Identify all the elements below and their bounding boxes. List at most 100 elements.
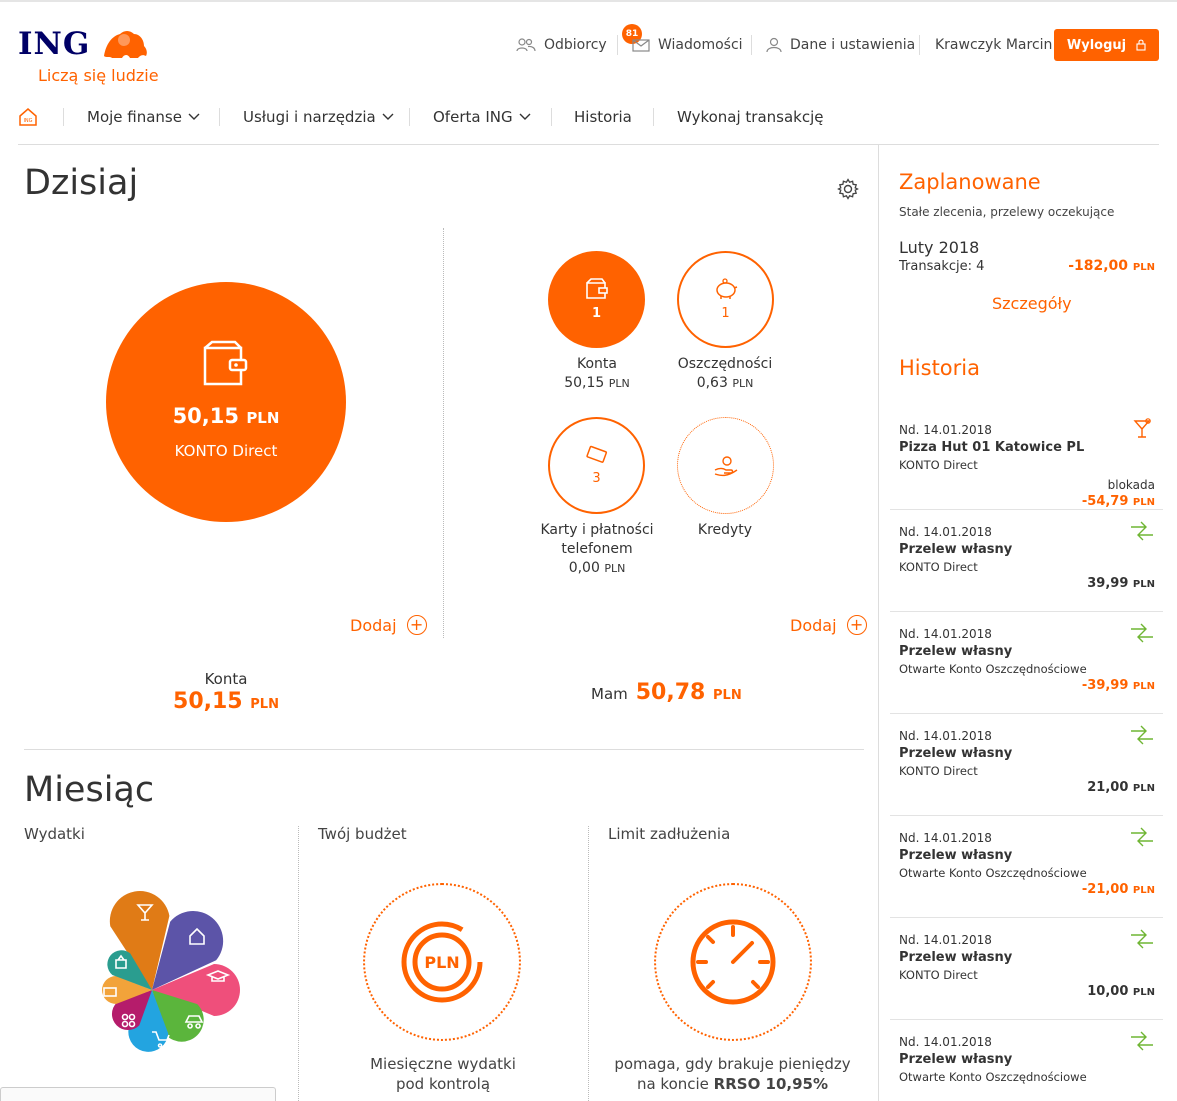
ing-lion-icon[interactable]: [100, 26, 150, 62]
history-name: Przelew własny: [899, 1052, 1013, 1067]
messages-link[interactable]: Wiadomości: [632, 34, 743, 56]
recipients-link[interactable]: Odbiorcy: [516, 34, 607, 56]
product-cards-amount: 0,00: [568, 560, 600, 576]
expenses-label: Wydatki: [24, 825, 85, 843]
planned-amount-currency: PLN: [1132, 262, 1155, 273]
history-account: Otwarte Konto Oszczędnościowe: [899, 1070, 1087, 1084]
logout-button[interactable]: Wyloguj: [1054, 29, 1159, 61]
history-account: KONTO Direct: [899, 764, 978, 778]
history-amount-value: 21,00: [1087, 780, 1129, 795]
wallet-icon: [585, 278, 608, 299]
product-loans-label: Kredyty: [697, 522, 753, 538]
history-name: Przelew własny: [899, 950, 1013, 965]
user-name[interactable]: Krawczyk Marcin: [935, 34, 1052, 56]
product-accounts-circle[interactable]: 1: [548, 251, 645, 348]
history-item[interactable]: Nd. 14.01.2018 Przelew własny KONTO Dire…: [890, 918, 1163, 1020]
history-item[interactable]: Nd. 14.01.2018 Przelew własny Otwarte Ko…: [890, 612, 1163, 714]
piggy-bank-icon: [715, 278, 737, 299]
budget-desc-line2: pod kontrolą: [395, 1075, 491, 1093]
messages-label: Wiadomości: [658, 37, 743, 53]
product-loans-circle[interactable]: [677, 417, 774, 514]
history-account: Otwarte Konto Oszczędnościowe: [899, 662, 1087, 676]
horizontal-scrollbar[interactable]: [0, 1087, 276, 1101]
history-date: Nd. 14.01.2018: [899, 1035, 992, 1049]
history-item[interactable]: Nd. 14.01.2018 Przelew własny Otwarte Ko…: [890, 816, 1163, 918]
add-product-label: Dodaj: [790, 615, 837, 635]
add-account-button[interactable]: Dodaj +: [350, 615, 427, 635]
recipients-label: Odbiorcy: [544, 37, 607, 53]
history-item[interactable]: Nd. 14.01.2018 Przelew własny KONTO Dire…: [890, 714, 1163, 816]
settings-link[interactable]: Dane i ustawienia: [766, 34, 915, 56]
history-date: Nd. 14.01.2018: [899, 933, 992, 947]
hand-coin-icon: [714, 455, 737, 476]
planned-details-link[interactable]: Szczegóły: [992, 294, 1072, 313]
add-account-label: Dodaj: [350, 615, 397, 635]
product-savings-count: 1: [721, 306, 730, 321]
limit-rrso: RRSO 10,95%: [713, 1075, 829, 1093]
transfer-arrows-icon: [1131, 1031, 1153, 1051]
planned-month: Luty 2018: [899, 238, 980, 257]
history-status: blokada: [1107, 478, 1155, 492]
transfer-arrows-icon: [1131, 623, 1153, 643]
transfer-arrows-icon: [1131, 827, 1153, 847]
planned-title[interactable]: Zaplanowane: [899, 170, 1041, 194]
history-amount: 21,00 PLN: [1087, 780, 1155, 795]
history-amount-currency: PLN: [1132, 497, 1155, 508]
main-account-name: KONTO Direct: [174, 442, 278, 460]
history-account: KONTO Direct: [899, 968, 978, 982]
product-cards-circle[interactable]: 3: [548, 417, 645, 514]
history-account: KONTO Direct: [899, 560, 978, 574]
logout-label: Wyloguj: [1066, 37, 1127, 53]
limit-desc-line2: na koncie: [636, 1075, 714, 1093]
add-product-button[interactable]: Dodaj +: [790, 615, 867, 635]
expenses-flower-chart[interactable]: [90, 880, 250, 1060]
main-account-circle[interactable]: 50,15 PLN KONTO Direct: [106, 282, 346, 522]
summary-accounts-value: 50,15 PLN: [156, 689, 296, 714]
speedometer-icon: [690, 919, 776, 1005]
nav-my-finances-label: Moje finanse: [87, 108, 182, 126]
history-amount-currency: PLN: [1132, 783, 1155, 794]
budget-desc-line1: Miesięczne wydatki: [370, 1055, 516, 1073]
history-item[interactable]: Nd. 14.01.2018 Przelew własny KONTO Dire…: [890, 510, 1163, 612]
nav-offer[interactable]: Oferta ING: [433, 106, 531, 128]
product-savings-circle[interactable]: 1: [677, 251, 774, 348]
history-item[interactable]: Nd. 14.01.2018 Pizza Hut 01 Katowice PL …: [890, 408, 1163, 510]
home-icon[interactable]: ING: [18, 107, 38, 127]
history-title[interactable]: Historia: [899, 356, 980, 380]
summary-accounts-currency: PLN: [250, 697, 279, 712]
chevron-down-icon: [519, 113, 531, 120]
budget-pln-text: PLN: [424, 953, 459, 972]
chevron-down-icon: [382, 113, 394, 120]
history-item[interactable]: Nd. 14.01.2018 Przelew własny Otwarte Ko…: [890, 1020, 1163, 1101]
svg-text:ING: ING: [23, 118, 32, 124]
nav-history[interactable]: Historia: [574, 106, 632, 128]
nav-my-finances[interactable]: Moje finanse: [87, 106, 200, 128]
limit-label: Limit zadłużenia: [608, 825, 731, 843]
product-savings-currency: PLN: [732, 377, 754, 390]
product-savings-amount: 0,63: [696, 375, 728, 391]
ing-tagline: Liczą się ludzie: [38, 66, 159, 85]
user-icon: [766, 37, 782, 53]
summary-accounts-amount: 50,15: [173, 689, 243, 714]
limit-desc-line1: pomaga, gdy brakuje pieniędzy: [614, 1055, 851, 1073]
summary-have-label: Mam: [591, 685, 628, 703]
history-amount: 39,99 PLN: [1087, 576, 1155, 591]
product-savings-label: Oszczędności: [677, 356, 773, 372]
product-accounts-label-block: Konta 50,15 PLN: [537, 355, 657, 393]
ing-logo-text[interactable]: ING: [18, 26, 90, 62]
people-icon: [516, 38, 536, 52]
history-amount-currency: PLN: [1132, 987, 1155, 998]
transfer-arrows-icon: [1131, 929, 1153, 949]
history-date: Nd. 14.01.2018: [899, 627, 992, 641]
envelope-icon: [632, 38, 650, 52]
product-accounts-amount: 50,15: [564, 375, 605, 391]
planned-transactions: Transakcje: 4: [899, 259, 985, 274]
history-amount-currency: PLN: [1132, 579, 1155, 590]
product-cards-label-line2: telefonem: [561, 541, 633, 557]
nav-services[interactable]: Usługi i narzędzia: [243, 106, 394, 128]
product-accounts-count: 1: [591, 306, 602, 321]
nav-make-transaction[interactable]: Wykonaj transakcję: [677, 106, 824, 128]
gear-icon[interactable]: [837, 178, 859, 200]
nav-services-label: Usługi i narzędzia: [243, 108, 376, 126]
history-amount: -39,99 PLN: [1082, 678, 1155, 693]
